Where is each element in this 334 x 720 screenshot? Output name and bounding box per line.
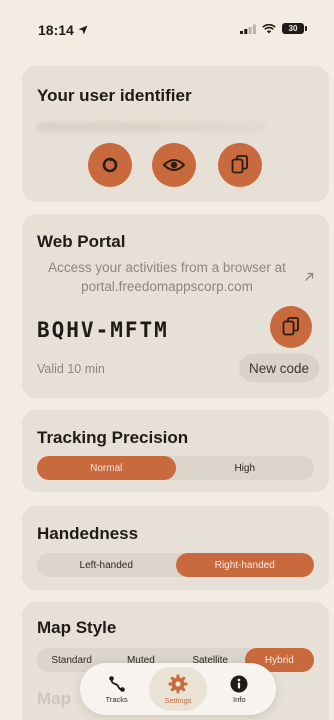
next-section-title: Map	[37, 689, 71, 708]
tracking-precision-card: Tracking Precision Normal High	[22, 410, 329, 492]
copy-code-button[interactable]	[270, 306, 312, 348]
web-portal-link[interactable]: Access your activities from a browser at…	[32, 258, 302, 296]
web-portal-title: Web Portal	[37, 232, 126, 251]
status-icons: 30	[240, 23, 307, 34]
tracking-precision-control: Normal High	[37, 456, 314, 480]
segment-high[interactable]: High	[176, 456, 315, 480]
tab-info[interactable]: Info	[210, 667, 268, 711]
new-code-button[interactable]: New code	[238, 354, 319, 382]
copy-icon	[231, 155, 248, 174]
clock-text: 18:14	[38, 22, 74, 38]
copy-identifier-button[interactable]	[218, 143, 262, 187]
refresh-button[interactable]	[88, 143, 132, 187]
tab-label: Info	[233, 694, 246, 704]
tab-bar: Tracks Settings Info	[80, 663, 276, 715]
segment-left-handed[interactable]: Left-handed	[37, 553, 176, 577]
eye-icon	[163, 159, 185, 171]
handedness-title: Handedness	[37, 524, 139, 543]
gear-icon	[168, 674, 188, 693]
tracking-precision-title: Tracking Precision	[37, 428, 189, 447]
battery-level: 30	[288, 24, 298, 33]
tab-label: Settings	[164, 695, 192, 705]
signal-icon	[240, 24, 256, 34]
user-identifier-title: Your user identifier	[37, 86, 192, 105]
external-link-icon[interactable]	[304, 272, 314, 282]
location-arrow-icon	[78, 25, 88, 35]
refresh-icon	[102, 157, 118, 173]
portal-code: BQHV-MFTM	[37, 318, 169, 342]
tab-settings[interactable]: Settings	[148, 667, 207, 711]
segment-right-handed[interactable]: Right-handed	[175, 553, 314, 577]
tab-label: Tracks	[105, 694, 128, 704]
handedness-card: Handedness Left-handed Right-handed	[22, 506, 329, 590]
tab-tracks[interactable]: Tracks	[88, 667, 146, 711]
user-identifier-value-hidden	[37, 122, 267, 132]
status-bar: 18:14 30	[0, 0, 334, 56]
copy-icon	[282, 317, 299, 336]
status-time: 18:14	[38, 22, 88, 38]
reveal-button[interactable]	[152, 143, 196, 187]
wifi-icon	[262, 23, 276, 33]
battery-icon: 30	[282, 23, 307, 34]
segment-normal[interactable]: Normal	[37, 456, 176, 480]
handedness-control: Left-handed Right-handed	[37, 553, 314, 577]
info-icon	[230, 675, 248, 692]
code-validity: Valid 10 min	[37, 362, 105, 376]
map-style-title: Map Style	[37, 618, 117, 637]
route-icon	[108, 675, 125, 692]
web-portal-card: Web Portal Access your activities from a…	[22, 214, 329, 398]
user-identifier-card: Your user identifier	[22, 66, 329, 202]
